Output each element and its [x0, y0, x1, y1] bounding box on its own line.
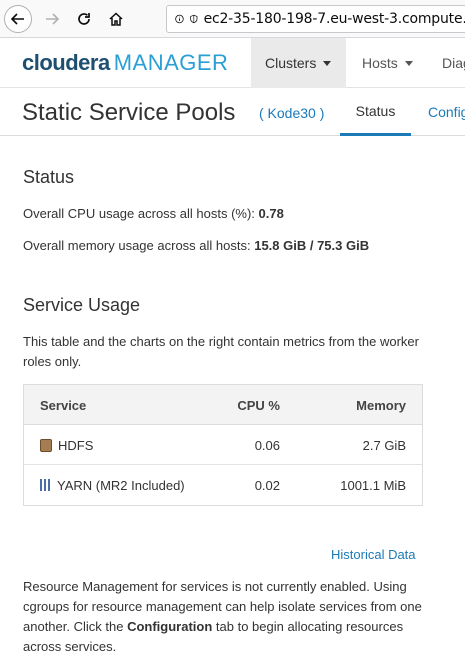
table-row: YARN (MR2 Included) 0.02 1001.1 MiB — [24, 465, 422, 505]
cpu-usage-label: Overall CPU usage across all hosts (%): — [23, 206, 255, 221]
reload-icon — [78, 13, 90, 25]
column-header-memory[interactable]: Memory — [356, 385, 406, 425]
service-name-link[interactable]: YARN (MR2 Included) — [57, 478, 185, 493]
page-title: Static Service Pools — [22, 99, 236, 126]
service-usage-description: This table and the charts on the right c… — [23, 334, 419, 369]
hdfs-icon — [40, 438, 52, 452]
notice-configuration-bold: Configuration — [127, 619, 213, 634]
service-usage-table: Service CPU % Memory HDFS 0.06 2.7 GiB Y… — [23, 384, 423, 506]
table-row: HDFS 0.06 2.7 GiB — [24, 425, 422, 465]
nav-hosts-label: Hosts — [362, 55, 398, 71]
nav-clusters-label: Clusters — [265, 55, 317, 71]
back-button[interactable] — [4, 5, 32, 33]
logo-primary: cloudera — [22, 50, 110, 75]
tab-configuration[interactable]: Configu — [428, 88, 465, 136]
memory-cell: 1001.1 MiB — [340, 477, 406, 493]
info-icon — [175, 14, 184, 24]
forward-button[interactable] — [38, 5, 66, 33]
tab-status[interactable]: Status — [340, 88, 411, 136]
chevron-down-icon — [404, 60, 413, 66]
memory-cell: 2.7 GiB — [362, 437, 406, 453]
browser-toolbar: ec2-35-180-198-7.eu-west-3.compute.a — [0, 0, 465, 38]
cpu-usage-value: 0.78 — [258, 206, 284, 221]
app-header: clouderaMANAGER Clusters Hosts Diag — [0, 38, 465, 88]
service-cell: HDFS — [40, 425, 93, 465]
cloudera-manager-logo[interactable]: cloudera MANAGER — [22, 50, 228, 76]
status-heading: Status — [23, 167, 75, 187]
page-title-bar: Static Service Pools ( Kode30 ) Status C… — [0, 88, 465, 136]
memory-usage-line: Overall memory usage across all hosts: 1… — [23, 238, 369, 253]
memory-usage-value: 15.8 GiB / 75.3 GiB — [254, 238, 370, 253]
arrow-right-icon — [46, 13, 60, 25]
url-text: ec2-35-180-198-7.eu-west-3.compute.a — [203, 11, 465, 27]
home-icon — [109, 12, 123, 26]
url-bar[interactable]: ec2-35-180-198-7.eu-west-3.compute.a — [166, 5, 465, 33]
nav-hosts[interactable]: Hosts — [348, 38, 428, 88]
service-usage-heading: Service Usage — [23, 295, 141, 315]
cpu-cell: 0.06 — [254, 437, 280, 453]
cluster-link[interactable]: ( Kode30 ) — [259, 105, 324, 121]
cpu-cell: 0.02 — [254, 477, 280, 493]
table-header: Service CPU % Memory — [24, 385, 422, 425]
arrow-left-icon — [10, 13, 24, 25]
nav-clusters[interactable]: Clusters — [251, 38, 346, 88]
yarn-icon — [40, 479, 51, 491]
shield-icon — [190, 14, 198, 24]
home-button[interactable] — [102, 5, 130, 33]
logo-secondary: MANAGER — [113, 50, 229, 75]
chevron-down-icon — [323, 60, 332, 66]
historical-data-link[interactable]: Historical Data — [331, 547, 416, 562]
service-name-link[interactable]: HDFS — [58, 438, 93, 453]
nav-diagnostics[interactable]: Diag — [428, 38, 465, 88]
column-header-service[interactable]: Service — [40, 385, 86, 425]
service-cell: YARN (MR2 Included) — [40, 465, 185, 505]
reload-button[interactable] — [70, 5, 98, 33]
column-header-cpu[interactable]: CPU % — [237, 385, 280, 425]
memory-usage-label: Overall memory usage across all hosts: — [23, 238, 251, 253]
resource-management-notice: Resource Management for services is not … — [23, 577, 423, 657]
nav-diagnostics-label: Diag — [442, 55, 465, 71]
cpu-usage-line: Overall CPU usage across all hosts (%): … — [23, 206, 284, 221]
